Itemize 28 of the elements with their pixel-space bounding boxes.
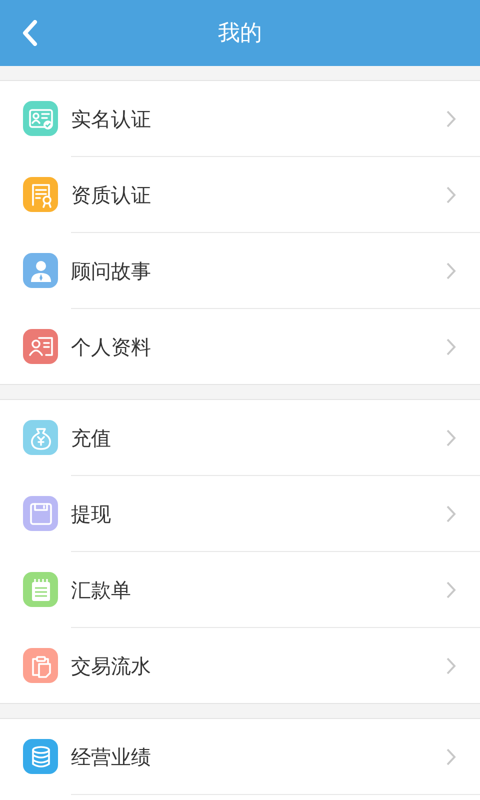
menu-label: 顾问故事 (71, 258, 152, 284)
menu-label: 实名认证 (71, 106, 152, 132)
menu-label: 交易流水 (71, 652, 152, 680)
chevron-right-icon (446, 262, 456, 280)
menu-item[interactable]: 个人资料 (0, 309, 480, 384)
menu-label: 资质认证 (71, 182, 152, 208)
menu-label: 提现 (71, 500, 112, 528)
menu-item[interactable]: 提现 (0, 476, 480, 551)
chevron-right-icon (446, 748, 456, 766)
chevron-right-icon (446, 580, 456, 598)
back-icon (22, 20, 38, 46)
menu-label: 充值 (71, 424, 112, 452)
menu-item[interactable]: 实名认证 (0, 81, 480, 156)
menu-item[interactable]: 顾问故事 (0, 233, 480, 308)
menu-label: 个人资料 (71, 334, 152, 360)
chevron-right-icon (446, 186, 456, 204)
menu-item[interactable]: 资质认证 (0, 157, 480, 232)
chevron-right-icon (446, 428, 456, 446)
menu-item[interactable]: 充值 (0, 400, 480, 475)
menu-item[interactable]: 交易流水 (0, 628, 480, 703)
chevron-right-icon (446, 110, 456, 128)
menu-label: 汇款单 (71, 576, 132, 604)
page-title: 我的 (218, 20, 262, 48)
menu-label: 经营业绩 (71, 744, 152, 770)
menu-item[interactable]: 汇款单 (0, 552, 480, 627)
chevron-right-icon (446, 338, 456, 356)
chevron-right-icon (446, 656, 456, 674)
chevron-right-icon (446, 504, 456, 522)
